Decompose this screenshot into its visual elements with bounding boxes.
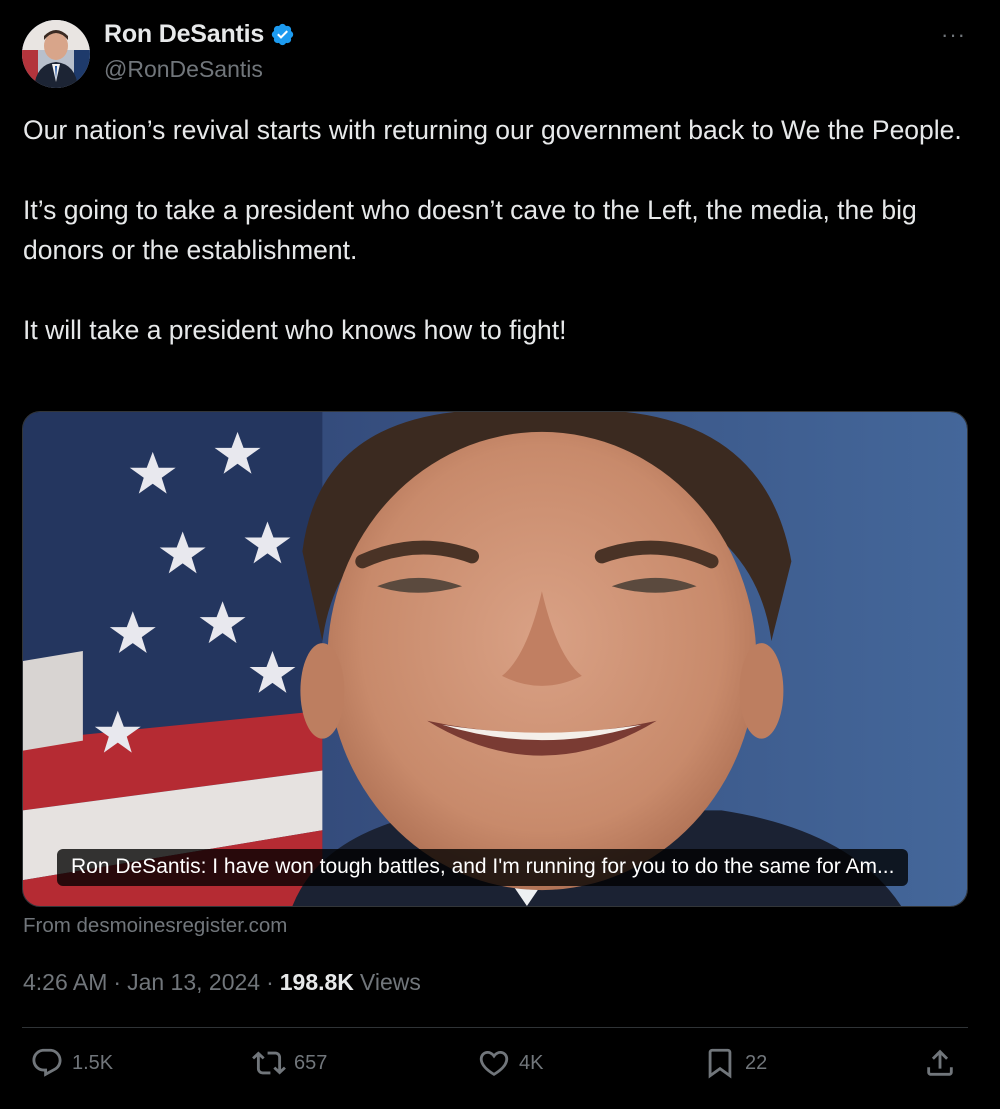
tweet-time[interactable]: 4:26 AM — [23, 969, 107, 996]
divider — [22, 1027, 968, 1028]
meta-separator: · — [113, 969, 122, 995]
tweet-meta: 4:26 AM · Jan 13, 2024 · 198.8K Views — [23, 969, 421, 996]
action-bar: 1.5K 657 4K 22 — [0, 1046, 1000, 1090]
repost-count: 657 — [294, 1051, 328, 1074]
link-card-media[interactable]: Ron DeSantis: I have won tough battles, … — [22, 411, 968, 907]
author-handle[interactable]: @RonDeSantis — [104, 56, 263, 83]
tweet-paragraph: Our nation’s revival starts with returni… — [23, 115, 962, 145]
meta-separator: · — [266, 969, 274, 995]
link-source[interactable]: From desmoinesregister.com — [23, 914, 287, 938]
share-icon — [927, 1049, 953, 1076]
more-options-icon[interactable]: ··· — [941, 22, 966, 48]
media-caption: Ron DeSantis: I have won tough battles, … — [57, 849, 909, 886]
bookmark-count: 22 — [745, 1051, 768, 1074]
like-button[interactable]: 4K — [477, 1046, 543, 1080]
reply-button[interactable]: 1.5K — [30, 1046, 113, 1080]
author-display-name[interactable]: Ron DeSantis — [104, 20, 264, 49]
repost-button[interactable]: 657 — [252, 1046, 327, 1080]
tweet-paragraph: It will take a president who knows how t… — [23, 315, 567, 345]
share-button[interactable] — [923, 1046, 957, 1080]
portrait-photo — [23, 412, 967, 906]
verified-badge-icon[interactable] — [270, 22, 295, 47]
like-count: 4K — [519, 1051, 544, 1074]
views-label: Views — [359, 969, 421, 995]
heart-icon — [479, 1050, 509, 1076]
bookmark-button[interactable]: 22 — [703, 1046, 767, 1080]
avatar[interactable] — [22, 20, 90, 88]
views-count: 198.8K — [279, 969, 354, 995]
repost-icon — [252, 1051, 286, 1075]
avatar-image — [22, 20, 90, 88]
tweet-paragraph: It’s going to take a president who doesn… — [23, 195, 917, 265]
reply-icon — [32, 1048, 62, 1077]
author-name-row: Ron DeSantis — [104, 20, 295, 49]
bookmark-icon — [708, 1048, 732, 1079]
tweet-text: Our nation’s revival starts with returni… — [23, 110, 973, 350]
reply-count: 1.5K — [72, 1051, 114, 1074]
tweet-date[interactable]: Jan 13, 2024 — [127, 969, 260, 996]
tweet: Ron DeSantis @RonDeSantis ··· Our nation… — [0, 0, 1000, 1109]
